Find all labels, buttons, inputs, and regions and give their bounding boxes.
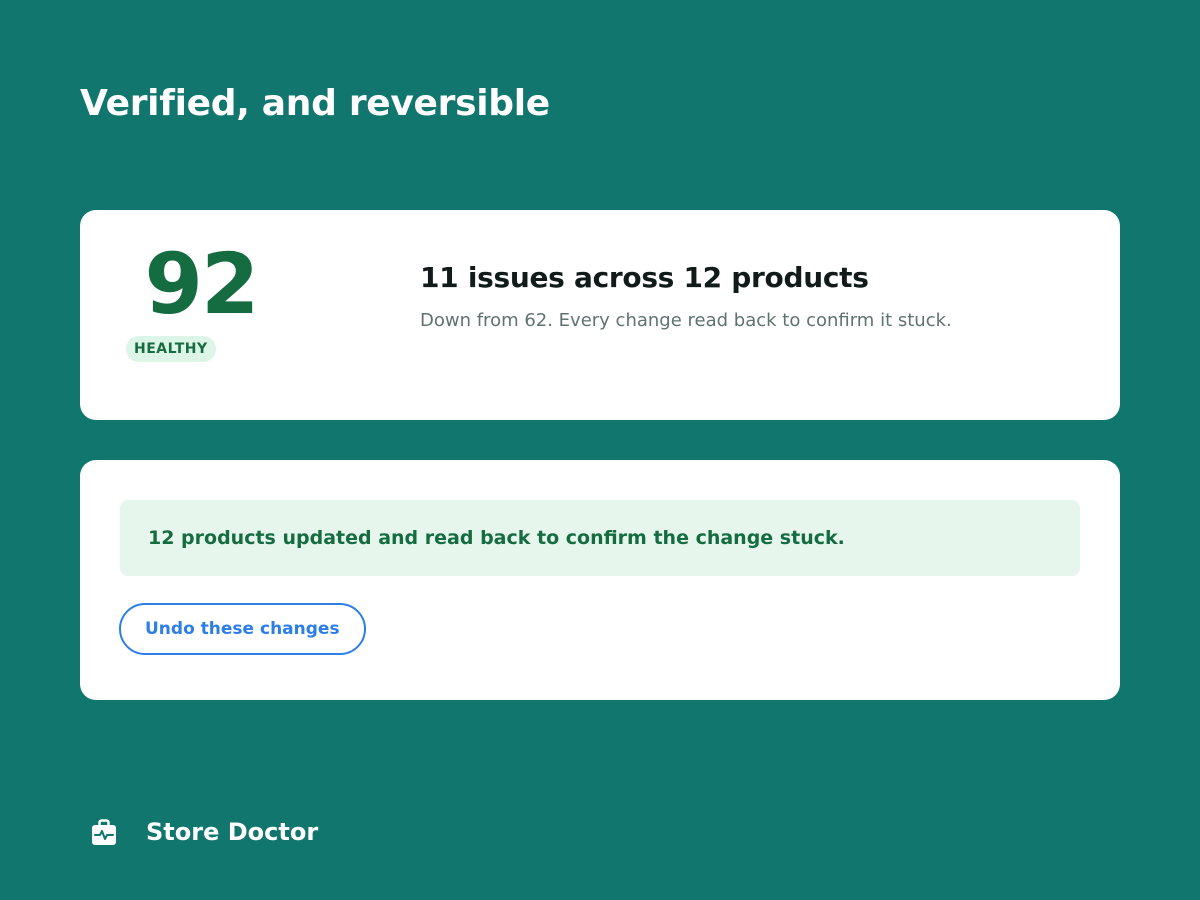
issues-heading: 11 issues across 12 products	[420, 261, 869, 294]
health-score: 92	[144, 235, 260, 333]
success-message: 12 products updated and read back to con…	[148, 527, 845, 549]
issues-subtext: Down from 62. Every change read back to …	[420, 310, 952, 331]
undo-button[interactable]: Undo these changes	[119, 603, 366, 655]
score-card: 92 HEALTHY 11 issues across 12 products …	[80, 210, 1120, 420]
status-badge: HEALTHY	[126, 336, 216, 362]
score-block: 92	[126, 236, 276, 332]
page-title: Verified, and reversible	[80, 83, 550, 124]
medical-bag-icon	[90, 812, 118, 852]
brand-name: Store Doctor	[146, 818, 319, 846]
score-summary: 11 issues across 12 products Down from 6…	[420, 258, 1080, 335]
footer-brand: Store Doctor	[90, 812, 318, 852]
success-banner: 12 products updated and read back to con…	[120, 500, 1080, 576]
result-card: 12 products updated and read back to con…	[80, 460, 1120, 700]
